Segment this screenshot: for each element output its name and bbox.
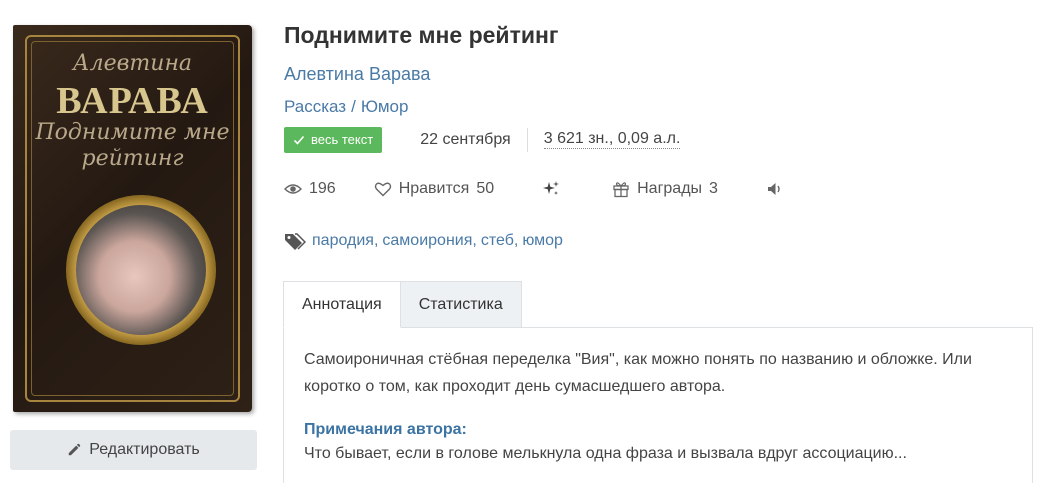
full-text-badge: весь текст bbox=[284, 126, 383, 153]
awards-button[interactable]: Награды 3 bbox=[612, 180, 718, 198]
edit-button-label: Редактировать bbox=[89, 441, 200, 458]
work-size-value: 3 621 зн., 0,09 а.л. bbox=[543, 130, 681, 149]
likes-label: Нравится bbox=[398, 180, 470, 197]
badge-label: весь текст bbox=[311, 132, 374, 147]
publish-date: 22 сентября bbox=[420, 130, 511, 148]
tag-separator: , bbox=[472, 232, 477, 249]
tags-icon bbox=[285, 233, 306, 250]
author-notes-title: Примечания автора: bbox=[304, 421, 467, 438]
tab-statistics[interactable]: Статистика bbox=[400, 281, 522, 328]
heart-icon bbox=[374, 182, 391, 197]
likes-count: 50 bbox=[476, 180, 495, 197]
audio-button[interactable] bbox=[766, 180, 784, 198]
views-count: 196 bbox=[309, 180, 336, 197]
tabs: Аннотация Статистика bbox=[283, 281, 522, 328]
sparkles-icon bbox=[543, 181, 560, 195]
eye-icon bbox=[284, 184, 302, 194]
edit-button[interactable]: Редактировать bbox=[10, 430, 257, 470]
rate-button[interactable] bbox=[542, 180, 560, 198]
awards-count: 3 bbox=[709, 180, 718, 197]
stats-row: 196 Нравится 50 Награды 3 bbox=[284, 180, 784, 198]
gift-icon bbox=[613, 182, 629, 198]
tag-link[interactable]: самоирония bbox=[382, 232, 472, 250]
genre-breadcrumb: Рассказ / Юмор bbox=[284, 97, 408, 117]
genre-separator: / bbox=[351, 97, 356, 116]
genre-link-story[interactable]: Рассказ bbox=[284, 97, 346, 116]
genre-link-humor[interactable]: Юмор bbox=[361, 97, 409, 116]
views-stat: 196 bbox=[284, 180, 336, 198]
meta-row: весь текст 22 сентября 3 621 зн., 0,09 а… bbox=[284, 126, 696, 153]
check-icon bbox=[293, 135, 305, 145]
tags-row: пародия, самоирония, стеб, юмор bbox=[284, 232, 563, 250]
awards-label: Награды bbox=[637, 180, 703, 197]
tag-link[interactable]: стеб bbox=[481, 232, 514, 250]
tag-separator: , bbox=[513, 232, 519, 249]
author-link[interactable]: Алевтина Варава bbox=[284, 64, 430, 85]
book-cover[interactable]: Алевтина ВАРАВА Поднимите мне рейтинг bbox=[13, 25, 252, 412]
tag-link[interactable]: пародия bbox=[312, 232, 374, 250]
like-button[interactable]: Нравится 50 bbox=[374, 180, 494, 198]
tab-annotation[interactable]: Аннотация bbox=[283, 281, 401, 328]
tag-link[interactable]: юмор bbox=[522, 232, 563, 250]
cover-title: Поднимите мне рейтинг bbox=[35, 120, 230, 171]
speaker-icon bbox=[767, 183, 780, 195]
work-title: Поднимите мне рейтинг bbox=[284, 22, 559, 48]
tag-separator: , bbox=[373, 232, 379, 249]
cover-author-surname: ВАРАВА bbox=[56, 80, 209, 122]
cover-portrait bbox=[76, 205, 206, 335]
pencil-icon bbox=[68, 443, 81, 456]
annotation-panel: Самоироничная стёбная переделка "Вия", к… bbox=[283, 327, 1033, 483]
author-notes-text: Что бывает, если в голове мелькнула одна… bbox=[304, 445, 907, 462]
cover-author-firstname: Алевтина bbox=[72, 51, 193, 76]
work-size: 3 621 зн., 0,09 а.л. bbox=[526, 127, 697, 152]
annotation-text: Самоироничная стёбная переделка "Вия", к… bbox=[304, 351, 972, 395]
